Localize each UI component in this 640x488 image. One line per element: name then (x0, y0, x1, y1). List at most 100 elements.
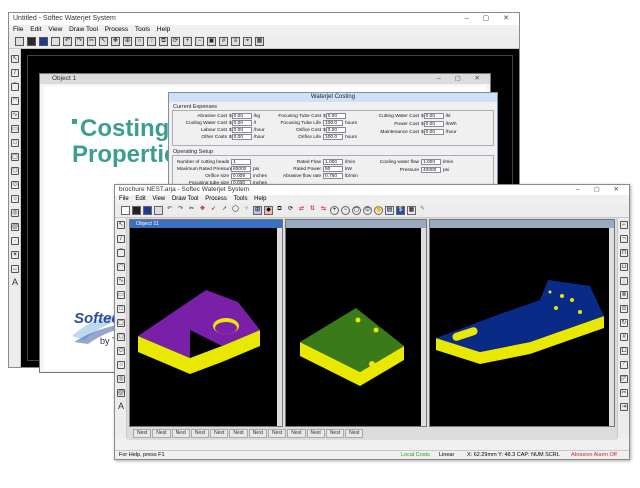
measure-icon[interactable]: ⊕ (123, 37, 132, 46)
circle-draw-icon[interactable]: ○ (117, 361, 125, 369)
orifice-size-field[interactable]: 0.009 (231, 173, 251, 179)
back-menu-draw-tool[interactable]: Draw Tool (69, 26, 98, 33)
orifice-cost-field[interactable]: 0.00 (325, 127, 346, 133)
back-menu-view[interactable]: View (48, 26, 62, 33)
layers-icon[interactable]: ≡ (231, 37, 240, 46)
square-tool-icon[interactable]: □ (11, 139, 19, 147)
back-menu-help[interactable]: Help (157, 26, 170, 33)
line-tool-icon[interactable]: / (117, 235, 125, 243)
pane-2-scrollbar[interactable] (421, 228, 426, 426)
cut-icon[interactable]: ✂ (87, 37, 96, 46)
grid-icon[interactable]: ▦ (407, 206, 416, 215)
rounded-rect-tool-icon[interactable]: ▢ (11, 153, 19, 161)
arc-tool-icon[interactable]: ◠ (11, 97, 19, 105)
labour-cost-field[interactable]: 0.00 (231, 127, 252, 133)
cutting-water-cost-field[interactable]: 0.00 (423, 113, 444, 119)
cooling-water-cost-field[interactable]: 0.00 (231, 120, 252, 126)
zoom-in-icon[interactable]: + (183, 37, 192, 46)
open-file-icon[interactable] (132, 206, 141, 215)
offset-tool-icon[interactable]: ⧠ (620, 347, 628, 355)
ellipse-tool-icon[interactable]: ⬭ (117, 347, 125, 355)
front-window-controls[interactable]: – ▢ ✕ (576, 185, 625, 195)
start-point-tool-icon[interactable]: ⊙ (620, 305, 628, 313)
redo-icon[interactable]: ↷ (75, 37, 84, 46)
front-menu-view[interactable]: View (152, 196, 165, 202)
front-menu-help[interactable]: Help (254, 196, 266, 202)
zoom-all-icon[interactable]: ⊙ (363, 206, 372, 215)
polygon-tool-icon[interactable]: ⬠ (117, 333, 125, 341)
back-menu-tools[interactable]: Tools (135, 26, 150, 33)
pane-3-scrollbar[interactable] (609, 228, 614, 426)
nest-tab[interactable]: Nest (152, 429, 171, 438)
abrasive-cost-field[interactable]: 0.00 (231, 113, 252, 119)
tab-tool-icon[interactable]: ⊔ (620, 263, 628, 271)
properties-icon[interactable]: ▤ (385, 206, 394, 215)
back-menu-process[interactable]: Process (105, 26, 128, 33)
flip-icon[interactable]: ⇆ (319, 206, 328, 215)
ellipse-tool-icon[interactable]: ⬭ (11, 181, 19, 189)
save-icon[interactable] (39, 37, 48, 46)
nest-tab[interactable]: Nest (345, 429, 364, 438)
nest-tab[interactable]: Nest (248, 429, 267, 438)
zoom-out-icon[interactable]: − (195, 37, 204, 46)
redo-icon[interactable]: ↷ (176, 206, 185, 215)
simulate-icon[interactable]: ✎ (418, 206, 427, 215)
chamfer-tool-icon[interactable]: ◸ (620, 375, 628, 383)
rated-power-field[interactable]: 50 (323, 166, 343, 172)
circle-tool-icon[interactable]: ◯ (231, 206, 240, 215)
polygon-tool-icon[interactable]: ⬠ (11, 167, 19, 175)
undo-icon[interactable]: ↶ (63, 37, 72, 46)
circle-draw-icon[interactable]: ○ (11, 195, 19, 203)
grid-icon[interactable]: # (219, 37, 228, 46)
costing-icon[interactable]: $ (396, 206, 405, 215)
print-icon[interactable] (51, 37, 60, 46)
rated-flow-field[interactable]: 1.000 (323, 159, 343, 165)
donut-tool-icon[interactable]: ◎ (11, 209, 19, 217)
cut-path-icon[interactable]: ➚ (220, 206, 229, 215)
back-menu-file[interactable]: File (13, 26, 23, 33)
star-tool-icon[interactable]: ✶ (11, 251, 19, 259)
kerf-tool-icon[interactable]: ⋮ (620, 277, 628, 285)
pointer-icon[interactable]: ↖ (99, 37, 108, 46)
snap-icon[interactable]: ⌖ (243, 37, 252, 46)
other-costs-field[interactable]: 0.00 (231, 134, 252, 140)
nest-tab[interactable]: Nest (325, 429, 345, 438)
nest-tab[interactable]: Nest (287, 429, 306, 438)
zoom-window-icon[interactable]: ◻ (352, 206, 361, 215)
lead-in-tool-icon[interactable]: ⌐ (620, 221, 628, 229)
curve-tool-icon[interactable]: ∿ (117, 277, 125, 285)
print-icon[interactable] (154, 206, 163, 215)
pattern-icon[interactable]: ⊞ (253, 206, 262, 215)
nest-tab[interactable]: Nest (210, 429, 229, 438)
front-menu-edit[interactable]: Edit (135, 196, 145, 202)
zoom-in-icon[interactable]: + (330, 206, 339, 215)
maintenance-cost-field[interactable]: 0.00 (423, 129, 444, 135)
select-tool-icon[interactable]: ↖ (11, 55, 19, 63)
orifice-life-field[interactable]: 100.0 (323, 134, 343, 140)
polyline-tool-icon[interactable]: ⌒ (11, 83, 19, 91)
front-menu-tools[interactable]: Tools (233, 196, 247, 202)
curve-tool-icon[interactable]: ∿ (11, 111, 19, 119)
object-2-pane[interactable] (285, 219, 427, 427)
trim-tool-icon[interactable]: ✂ (620, 389, 628, 397)
polyline-tool-icon[interactable]: ⌒ (117, 249, 125, 257)
nest-tab[interactable]: Nest (306, 429, 325, 438)
arc-tool-icon[interactable]: ◠ (117, 263, 125, 271)
bridge-tool-icon[interactable]: ⊓ (620, 249, 628, 257)
lead-out-tool-icon[interactable]: ¬ (620, 235, 628, 243)
node-edit-icon[interactable]: ✥ (198, 206, 207, 215)
rotate-icon[interactable]: ⟳ (171, 37, 180, 46)
circle-tool-icon[interactable]: ○ (135, 37, 144, 46)
nest-tab[interactable]: Nest (171, 429, 190, 438)
front-menu-draw-tool[interactable]: Draw Tool (172, 196, 199, 202)
open-file-icon[interactable] (27, 37, 36, 46)
direction-tool-icon[interactable]: ↻ (620, 319, 628, 327)
align-icon[interactable]: ⇅ (308, 206, 317, 215)
dimension-tool-icon[interactable]: ↔ (11, 265, 19, 273)
object-11-pane[interactable]: Object 11 (129, 219, 283, 427)
rectangle-tool-icon[interactable]: ▭ (11, 125, 19, 133)
rounded-rect-tool-icon[interactable]: ▢ (117, 319, 125, 327)
focusing-tube-life-field[interactable]: 100.0 (323, 120, 343, 126)
order-tool-icon[interactable]: # (620, 333, 628, 341)
max-pressure-field[interactable]: 60000 (231, 166, 251, 172)
